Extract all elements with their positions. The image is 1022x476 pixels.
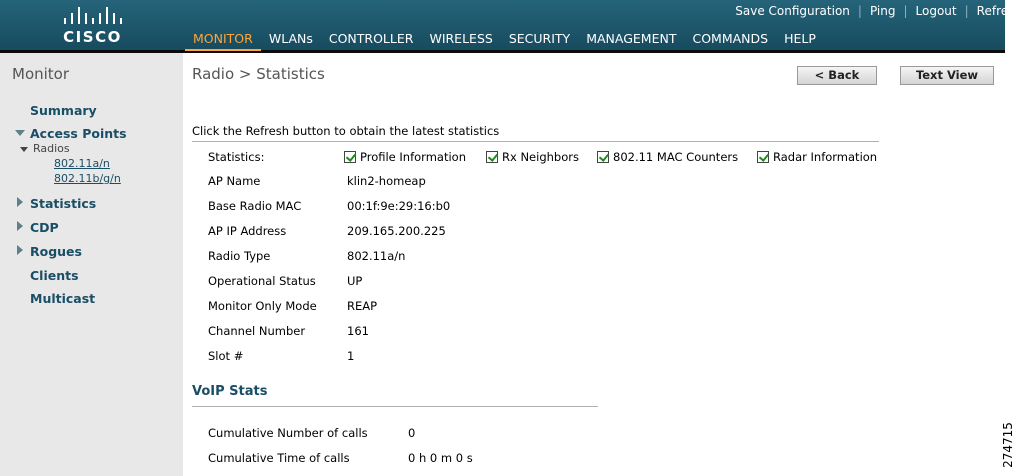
ping-link[interactable]: Ping bbox=[862, 4, 904, 18]
profile-information-checkbox[interactable]: Profile Information bbox=[344, 150, 466, 164]
voip-stats-title: VoIP Stats bbox=[192, 384, 268, 399]
ap-name-value: klin2-homeap bbox=[347, 174, 426, 188]
field-label: Slot # bbox=[208, 349, 244, 363]
collapsed-arrow-icon[interactable] bbox=[17, 245, 23, 255]
nav-management[interactable]: MANAGEMENT bbox=[578, 31, 684, 51]
refresh-link[interactable]: Refresh bbox=[969, 4, 1022, 18]
checkbox-checked-icon[interactable] bbox=[344, 151, 356, 163]
nav-wireless[interactable]: WIRELESS bbox=[421, 31, 500, 51]
checkbox-label: Rx Neighbors bbox=[502, 150, 579, 164]
sidebar-item-radio-bg[interactable]: 802.11b/g/n bbox=[54, 172, 121, 185]
field-label: Operational Status bbox=[208, 274, 316, 288]
sidebar-item-access-points[interactable]: Access Points bbox=[30, 126, 127, 141]
checkbox-label: Profile Information bbox=[360, 150, 466, 164]
collapsed-arrow-icon[interactable] bbox=[17, 221, 23, 231]
refresh-hint: Click the Refresh button to obtain the l… bbox=[192, 124, 500, 138]
ap-ip-address-value: 209.165.200.225 bbox=[347, 224, 446, 238]
cumulative-calls-value: 0 bbox=[408, 426, 416, 440]
field-label: Cumulative Number of calls bbox=[208, 426, 368, 440]
checkbox-checked-icon[interactable] bbox=[757, 151, 769, 163]
sidebar-item-multicast[interactable]: Multicast bbox=[30, 291, 95, 306]
mac-counters-checkbox[interactable]: 802.11 MAC Counters bbox=[597, 150, 738, 164]
checkbox-label: Radar Information bbox=[773, 150, 878, 164]
sidebar-item-rogues[interactable]: Rogues bbox=[30, 244, 82, 259]
sidebar-item-statistics[interactable]: Statistics bbox=[30, 196, 96, 211]
main-nav: MONITOR WLANs CONTROLLER WIRELESS SECURI… bbox=[185, 31, 824, 51]
radar-information-checkbox[interactable]: Radar Information bbox=[757, 150, 877, 164]
cisco-bars-icon bbox=[55, 6, 130, 24]
sidebar-item-radios[interactable]: Radios bbox=[33, 142, 70, 155]
radio-type-value: 802.11a/n bbox=[347, 249, 406, 263]
divider bbox=[192, 141, 879, 142]
checkbox-label: 802.11 MAC Counters bbox=[613, 150, 739, 164]
nav-wlans[interactable]: WLANs bbox=[261, 31, 321, 51]
field-label: Base Radio MAC bbox=[208, 199, 302, 213]
figure-code: 274715 bbox=[1000, 420, 1021, 472]
logout-link[interactable]: Logout bbox=[908, 4, 965, 18]
rx-neighbors-checkbox[interactable]: Rx Neighbors bbox=[486, 150, 579, 164]
field-label: AP Name bbox=[208, 174, 261, 188]
back-button[interactable]: < Back bbox=[797, 66, 877, 85]
monitor-only-mode-value: REAP bbox=[347, 299, 378, 313]
base-radio-mac-value: 00:1f:9e:29:16:b0 bbox=[347, 199, 451, 213]
cisco-logo: CISCO bbox=[55, 6, 130, 46]
nav-security[interactable]: SECURITY bbox=[501, 31, 578, 51]
field-label: Channel Number bbox=[208, 324, 306, 338]
sidebar: Monitor Summary Access Points Radios 802… bbox=[0, 53, 183, 476]
sidebar-title: Monitor bbox=[12, 65, 70, 83]
nav-controller[interactable]: CONTROLLER bbox=[321, 31, 422, 51]
nav-monitor[interactable]: MONITOR bbox=[185, 31, 261, 51]
text-view-button[interactable]: Text View bbox=[900, 66, 994, 85]
figure-code-text: 274715 bbox=[1000, 422, 1015, 468]
nav-commands[interactable]: COMMANDS bbox=[684, 31, 776, 51]
collapsed-arrow-icon[interactable] bbox=[17, 197, 23, 207]
top-links: Save Configuration | Ping | Logout | Ref… bbox=[727, 4, 1022, 18]
divider bbox=[192, 406, 598, 407]
brand-name: CISCO bbox=[63, 28, 122, 46]
field-label: Radio Type bbox=[208, 249, 271, 263]
checkbox-checked-icon[interactable] bbox=[597, 151, 609, 163]
nav-help[interactable]: HELP bbox=[776, 31, 824, 51]
statistics-label: Statistics: bbox=[208, 150, 265, 164]
cumulative-time-value: 0 h 0 m 0 s bbox=[408, 451, 473, 465]
channel-number-value: 161 bbox=[347, 324, 369, 338]
sidebar-item-radio-a[interactable]: 802.11a/n bbox=[54, 157, 110, 170]
field-label: Cumulative Time of calls bbox=[208, 451, 350, 465]
sidebar-item-summary[interactable]: Summary bbox=[30, 103, 97, 118]
field-label: AP IP Address bbox=[208, 224, 287, 238]
expanded-arrow-icon[interactable] bbox=[15, 130, 25, 136]
page-title: Radio > Statistics bbox=[192, 65, 325, 83]
slot-value: 1 bbox=[347, 349, 355, 363]
operational-status-value: UP bbox=[347, 274, 363, 288]
save-configuration-link[interactable]: Save Configuration bbox=[727, 4, 858, 18]
checkbox-checked-icon[interactable] bbox=[486, 151, 498, 163]
sidebar-item-cdp[interactable]: CDP bbox=[30, 220, 59, 235]
expanded-arrow-icon[interactable] bbox=[20, 147, 28, 152]
sidebar-item-clients[interactable]: Clients bbox=[30, 268, 79, 283]
field-label: Monitor Only Mode bbox=[208, 299, 317, 313]
